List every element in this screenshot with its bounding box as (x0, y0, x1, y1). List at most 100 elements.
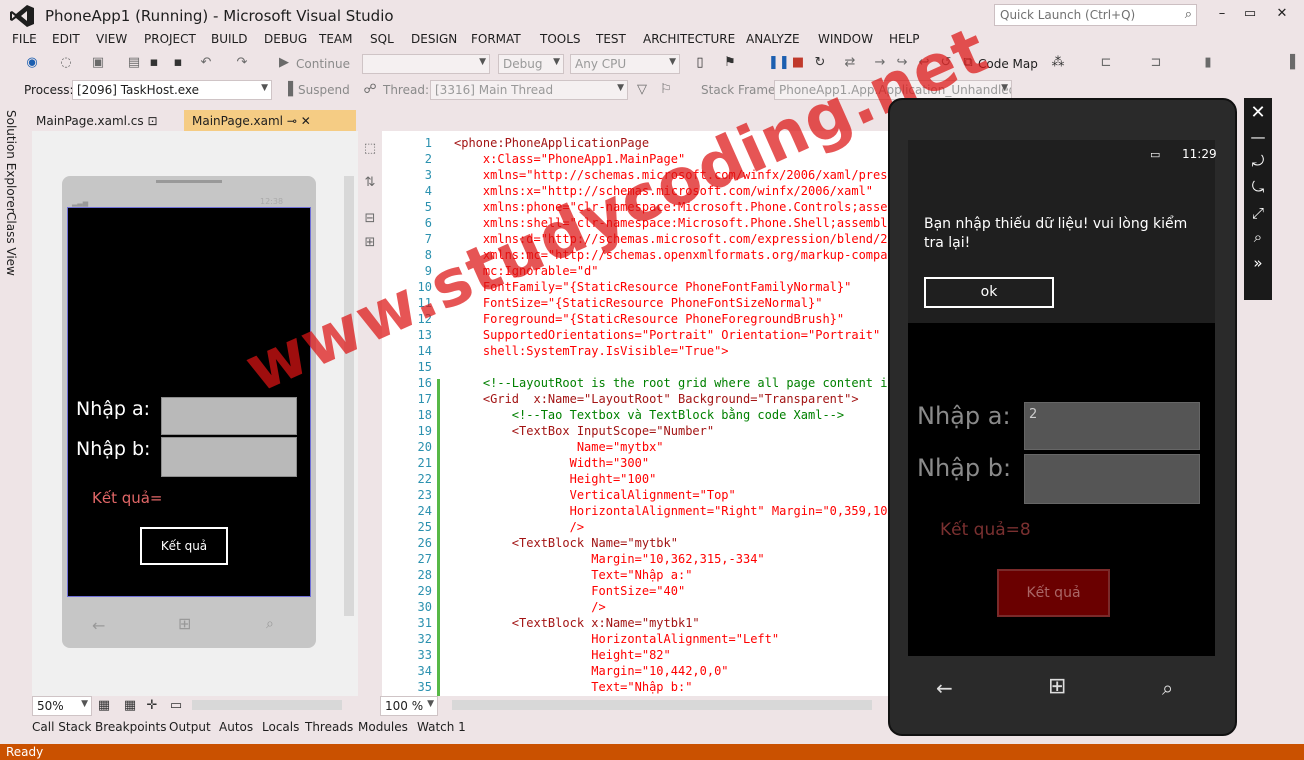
back-arrow-icon[interactable]: ← (936, 676, 953, 700)
code-line[interactable]: Text="Nhập a:" (454, 567, 902, 583)
designer-splitter[interactable]: ⬚ ⇅ ⊟ ⊞ (358, 131, 382, 696)
code-line[interactable]: FontSize="40" (454, 583, 902, 599)
menu-design[interactable]: DESIGN (411, 32, 457, 46)
open-file-icon[interactable]: ▤ (126, 55, 142, 70)
menu-tools[interactable]: TOOLS (540, 32, 581, 46)
menu-analyze[interactable]: ANALYZE (746, 32, 800, 46)
zoom-icon[interactable]: ⌕ (1250, 228, 1266, 246)
code-line[interactable]: Name="mytbx" (454, 439, 902, 455)
designer-horizontal-scrollbar[interactable] (192, 700, 342, 710)
process-dropdown[interactable]: [2096] TaskHost.exe ▼ (72, 80, 272, 100)
code-line[interactable]: Width="300" (454, 455, 902, 471)
new-project-icon[interactable]: ▣ (90, 55, 106, 70)
tab-autos[interactable]: Autos (219, 720, 253, 734)
split-horizontal-icon[interactable]: ⊞ (362, 235, 378, 250)
windows-icon[interactable]: ⊞ (1048, 674, 1066, 699)
code-line[interactable]: Height="100" (454, 471, 902, 487)
menu-debug[interactable]: DEBUG (264, 32, 307, 46)
fit-to-screen-icon[interactable]: ⤢ (1250, 204, 1266, 222)
filter-icon[interactable]: ▽ (634, 82, 650, 97)
code-line[interactable]: VerticalAlignment="Top" (454, 487, 902, 503)
code-line[interactable]: <TextBlock x:Name="mytbk1" (454, 615, 902, 631)
menu-project[interactable]: PROJECT (144, 32, 196, 46)
flag-icon[interactable]: ⚐ (658, 82, 674, 97)
code-line[interactable]: Margin="10,442,0,0" (454, 663, 902, 679)
tab-mainpage-xaml[interactable]: MainPage.xaml ⊸ ✕ (184, 110, 356, 131)
close-icon[interactable]: ✕ (1250, 102, 1266, 123)
annotation-icon[interactable]: ▭ (168, 698, 184, 713)
artboard-icon[interactable]: ✛ (144, 698, 160, 713)
split-vertical-icon[interactable]: ⊟ (362, 211, 378, 226)
solution-explorer-tab[interactable]: Solution Explorer (4, 110, 18, 213)
code-horizontal-scrollbar[interactable] (452, 700, 872, 710)
snap-grid-icon[interactable]: ▦ (122, 698, 138, 713)
code-line[interactable]: Height="82" (454, 647, 902, 663)
designer-vertical-scrollbar[interactable] (344, 176, 354, 616)
additional-tools-icon[interactable]: » (1250, 254, 1266, 272)
pointer-icon[interactable]: ⬚ (362, 141, 378, 156)
class-view-tab[interactable]: Class View (4, 212, 18, 276)
code-line[interactable]: HorizontalAlignment="Left" (454, 631, 902, 647)
device-icon[interactable]: ▯ (692, 55, 708, 70)
menu-test[interactable]: TEST (596, 32, 626, 46)
code-line[interactable]: Foreground="{StaticResource PhoneForegro… (454, 311, 902, 327)
menu-sql[interactable]: SQL (370, 32, 394, 46)
menu-edit[interactable]: EDIT (52, 32, 80, 46)
search-icon[interactable]: ⌕ (1162, 676, 1173, 700)
debug-location-icon[interactable]: ⚑ (722, 55, 738, 70)
close-button[interactable]: ✕ (1272, 6, 1292, 21)
designer-textbox-a[interactable] (161, 397, 297, 435)
stop-icon[interactable]: ■ (790, 55, 806, 70)
swap-panes-icon[interactable]: ⇅ (362, 175, 378, 190)
code-line[interactable]: <!--LayoutRoot is the root grid where al… (454, 375, 902, 391)
code-line[interactable]: /> (454, 519, 902, 535)
bookmark-icon[interactable]: ▮ (1200, 55, 1216, 70)
suspend-button[interactable]: Suspend (298, 83, 350, 97)
pin-icon[interactable]: ⊸ (287, 114, 297, 128)
code-line[interactable]: /> (454, 599, 902, 615)
code-line[interactable]: Margin="10,362,315,-334" (454, 551, 902, 567)
emulator-textbox-a[interactable]: 2 (1024, 402, 1200, 450)
quick-launch-input[interactable]: Quick Launch (Ctrl+Q) ⌕ (994, 4, 1197, 26)
more-tools-icon[interactable]: ▐ (1282, 55, 1298, 70)
menu-format[interactable]: FORMAT (471, 32, 521, 46)
minimize-icon[interactable]: — (1250, 128, 1266, 146)
debug-config-dropdown[interactable]: Debug ▼ (498, 54, 564, 74)
thread-dropdown[interactable]: [3316] Main Thread ▼ (430, 80, 628, 100)
pause-icon[interactable]: ❚❚ (768, 55, 790, 70)
menu-file[interactable]: FILE (12, 32, 37, 46)
code-line[interactable]: <Grid x:Name="LayoutRoot" Background="Tr… (454, 391, 902, 407)
restore-button[interactable]: ▭ (1240, 6, 1260, 21)
forward-icon[interactable]: ◌ (58, 55, 74, 70)
rotate-left-icon[interactable]: ⤾ (1250, 152, 1266, 170)
tab-watch-1[interactable]: Watch 1 (417, 720, 466, 734)
code-line[interactable]: <TextBox InputScope="Number" (454, 423, 902, 439)
tab-breakpoints[interactable]: Breakpoints (95, 720, 166, 734)
continue-icon[interactable]: ▶ (276, 55, 292, 70)
undo-icon[interactable]: ↶ (198, 55, 214, 70)
code-line[interactable]: FontSize="{StaticResource PhoneFontSizeN… (454, 295, 902, 311)
solution-config-dropdown[interactable]: ▼ (362, 54, 490, 74)
emulator-textbox-b[interactable] (1024, 454, 1200, 504)
designer-zoom-dropdown[interactable]: 50% ▼ (32, 696, 92, 716)
redo-icon[interactable]: ↷ (234, 55, 250, 70)
tab-mainpage-xaml-cs[interactable]: MainPage.xaml.cs ⊡ (28, 110, 166, 131)
code-line[interactable]: <!--Tao Textbox và TextBlock bằng code X… (454, 407, 902, 423)
menu-team[interactable]: TEAM (319, 32, 352, 46)
platform-dropdown[interactable]: Any CPU ▼ (570, 54, 680, 74)
tab-modules[interactable]: Modules (358, 720, 408, 734)
designer-textbox-b[interactable] (161, 437, 297, 477)
menu-view[interactable]: VIEW (96, 32, 127, 46)
code-line[interactable]: Text="Nhập b:" (454, 679, 902, 695)
back-icon[interactable]: ◉ (24, 55, 40, 70)
comment-icon[interactable]: ⊏ (1098, 55, 1114, 70)
code-line[interactable]: SupportedOrientations="Portrait" Orienta… (454, 327, 902, 343)
code-vertical-scrollbar[interactable] (1278, 131, 1298, 696)
uncomment-icon[interactable]: ⊐ (1148, 55, 1164, 70)
code-line[interactable]: shell:SystemTray.IsVisible="True"> (454, 343, 902, 359)
code-line[interactable]: HorizontalAlignment="Right" Margin="0,35… (454, 503, 902, 519)
code-line[interactable]: <TextBlock Name="mytbk" (454, 535, 902, 551)
rotate-right-icon[interactable]: ⤿ (1250, 178, 1266, 196)
menu-window[interactable]: WINDOW (818, 32, 873, 46)
tab-locals[interactable]: Locals (262, 720, 299, 734)
